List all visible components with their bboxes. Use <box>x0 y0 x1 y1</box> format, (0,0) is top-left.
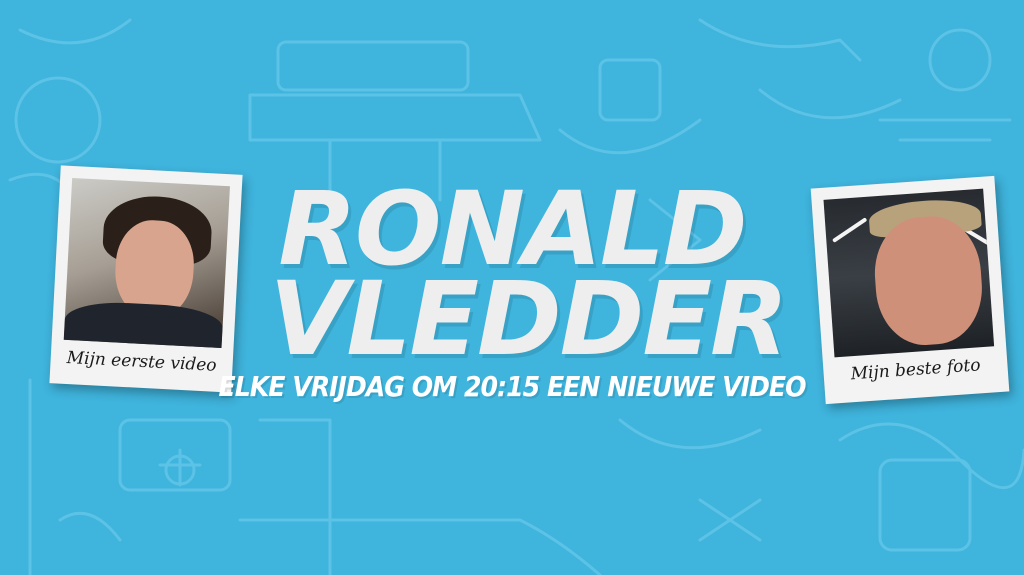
upload-schedule-tagline: ELKE VRIJDAG OM 20:15 EEN NIEUWE VIDEO <box>218 370 807 403</box>
channel-title-last-name: VLEDDER <box>269 260 788 379</box>
